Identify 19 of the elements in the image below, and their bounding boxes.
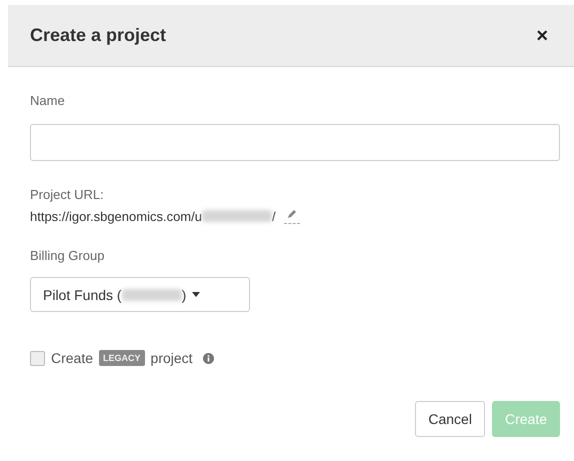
checkbox-label: Create — [51, 350, 94, 366]
redacted-mark — [202, 210, 272, 222]
input-field[interactable] — [30, 124, 560, 161]
checkbox-label: project — [150, 350, 193, 366]
field-label: Name — [30, 93, 66, 108]
info-icon[interactable] — [202, 352, 214, 364]
url-text: / — [272, 208, 276, 224]
url-text: https://igor.sbgenomics.com/u — [30, 208, 202, 224]
close-button[interactable]: × — [536, 26, 548, 46]
cancel-button[interactable]: Cancel — [415, 401, 485, 437]
field-label: Project URL: — [30, 187, 105, 202]
caret-icon — [192, 292, 200, 297]
checkbox[interactable] — [30, 350, 45, 366]
billing-dropdown[interactable]: Pilot Funds ( ) — [30, 277, 250, 312]
redacted-mark — [122, 288, 182, 300]
legacy-badge: LEGACY — [99, 350, 145, 366]
field-label: Billing Group — [30, 248, 106, 263]
pencil-icon[interactable] — [284, 208, 300, 224]
dialog-title: Create a project — [30, 25, 166, 46]
